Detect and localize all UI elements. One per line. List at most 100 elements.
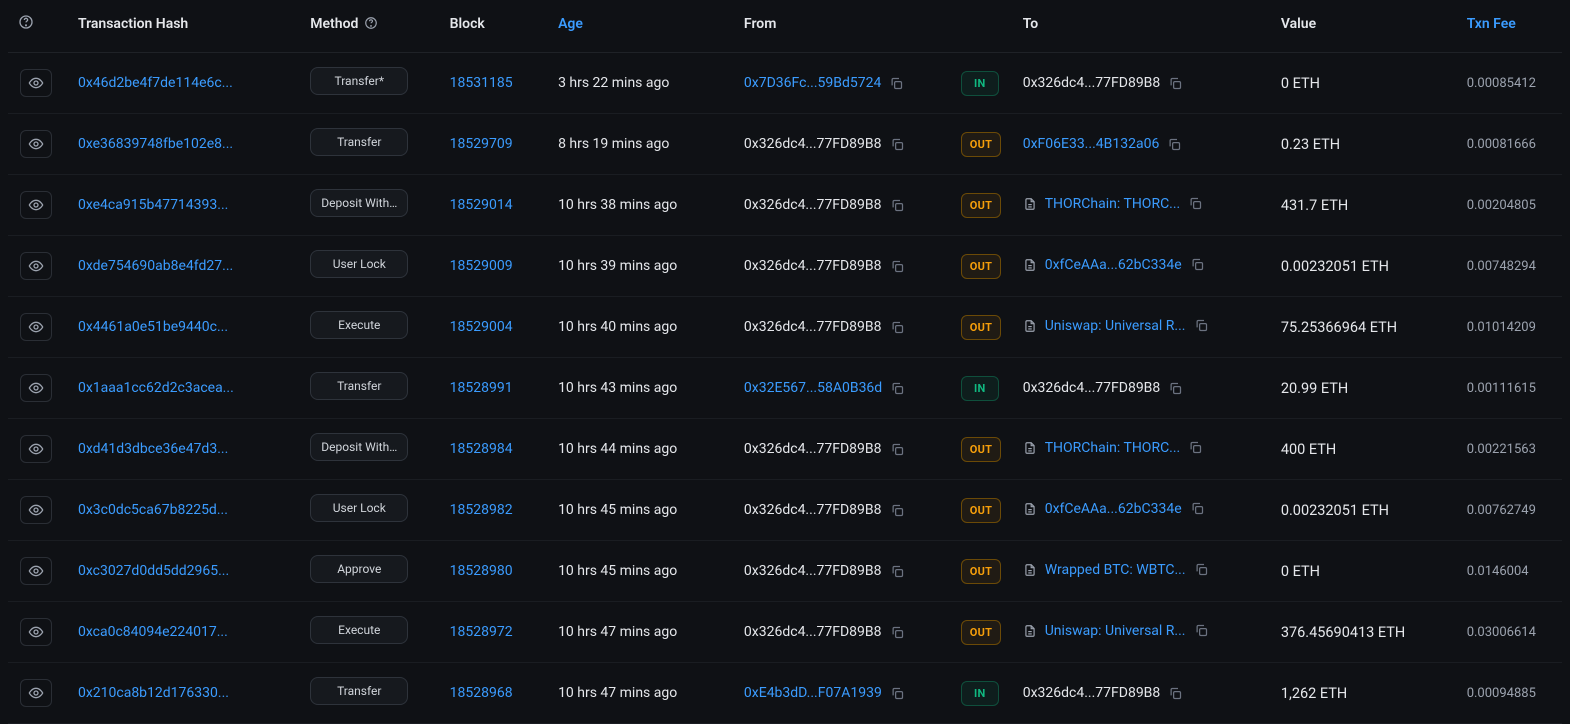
block-link[interactable]: 18531185 xyxy=(450,75,513,91)
txn-hash-link[interactable]: 0x46d2be4f7de114e6c... xyxy=(78,75,233,91)
copy-icon[interactable] xyxy=(890,198,905,213)
table-row: 0xca0c84094e224017...Execute1852897210 h… xyxy=(8,602,1562,663)
copy-icon[interactable] xyxy=(1194,318,1209,333)
from-address[interactable]: 0x32E567...58A0B36d xyxy=(744,380,882,396)
txn-fee: 0.00085412 xyxy=(1467,76,1536,91)
header-fee[interactable]: Txn Fee xyxy=(1459,0,1562,53)
table-row: 0x3c0dc5ca67b8225d...User Lock1852898210… xyxy=(8,480,1562,541)
direction-badge: OUT xyxy=(961,132,1002,157)
txn-age: 10 hrs 45 mins ago xyxy=(558,502,677,518)
view-details-button[interactable] xyxy=(20,252,52,280)
block-link[interactable]: 18529009 xyxy=(450,258,513,274)
block-link[interactable]: 18529004 xyxy=(450,319,513,335)
copy-icon[interactable] xyxy=(1168,76,1183,91)
txn-fee: 0.00221563 xyxy=(1467,442,1536,457)
view-details-button[interactable] xyxy=(20,191,52,219)
view-details-button[interactable] xyxy=(20,130,52,158)
to-address[interactable]: Uniswap: Universal R... xyxy=(1045,623,1186,639)
view-details-button[interactable] xyxy=(20,496,52,524)
method-badge: Transfer* xyxy=(310,67,408,95)
txn-age: 10 hrs 44 mins ago xyxy=(558,441,677,457)
txn-age: 10 hrs 43 mins ago xyxy=(558,380,677,396)
help-icon[interactable] xyxy=(18,14,34,30)
txn-value: 0.23 ETH xyxy=(1281,136,1340,153)
block-link[interactable]: 18529014 xyxy=(450,197,513,213)
block-link[interactable]: 18528984 xyxy=(450,441,513,457)
copy-icon[interactable] xyxy=(890,625,905,640)
from-address[interactable]: 0xE4b3dD...F07A1939 xyxy=(744,685,882,701)
view-details-button[interactable] xyxy=(20,618,52,646)
txn-value: 0 ETH xyxy=(1281,75,1320,92)
txn-hash-link[interactable]: 0xd41d3dbce36e47d3... xyxy=(78,441,228,457)
copy-icon[interactable] xyxy=(890,503,905,518)
header-block: Block xyxy=(442,0,550,53)
txn-hash-link[interactable]: 0x1aaa1cc62d2c3acea... xyxy=(78,380,234,396)
block-link[interactable]: 18529709 xyxy=(450,136,513,152)
direction-badge: OUT xyxy=(961,437,1002,462)
table-row: 0x1aaa1cc62d2c3acea...Transfer1852899110… xyxy=(8,358,1562,419)
copy-icon[interactable] xyxy=(890,381,905,396)
txn-value: 376.45690413 ETH xyxy=(1281,624,1405,641)
to-address[interactable]: Wrapped BTC: WBTC... xyxy=(1045,562,1186,578)
copy-icon[interactable] xyxy=(1167,137,1182,152)
copy-icon[interactable] xyxy=(1194,623,1209,638)
txn-hash-link[interactable]: 0x4461a0e51be9440c... xyxy=(78,319,228,335)
copy-icon[interactable] xyxy=(1188,196,1203,211)
copy-icon[interactable] xyxy=(890,320,905,335)
table-row: 0xde754690ab8e4fd27...User Lock185290091… xyxy=(8,236,1562,297)
copy-icon[interactable] xyxy=(1168,686,1183,701)
copy-icon[interactable] xyxy=(890,137,905,152)
block-link[interactable]: 18528982 xyxy=(450,502,513,518)
copy-icon[interactable] xyxy=(890,564,905,579)
header-method: Method xyxy=(302,0,441,53)
txn-hash-link[interactable]: 0xe4ca915b47714393... xyxy=(78,197,228,213)
block-link[interactable]: 18528972 xyxy=(450,624,513,640)
block-link[interactable]: 18528980 xyxy=(450,563,513,579)
txn-age: 3 hrs 22 mins ago xyxy=(558,75,669,91)
txn-age: 10 hrs 45 mins ago xyxy=(558,563,677,579)
view-details-button[interactable] xyxy=(20,679,52,707)
copy-icon[interactable] xyxy=(889,76,904,91)
txn-hash-link[interactable]: 0xc3027d0dd5dd2965... xyxy=(78,563,229,579)
to-address[interactable]: 0xfCeAAa...62bC334e xyxy=(1045,257,1182,273)
txn-fee: 0.00094885 xyxy=(1467,686,1536,701)
view-details-button[interactable] xyxy=(20,374,52,402)
view-details-button[interactable] xyxy=(20,557,52,585)
table-row: 0xc3027d0dd5dd2965...Approve1852898010 h… xyxy=(8,541,1562,602)
block-link[interactable]: 18528991 xyxy=(450,380,513,396)
copy-icon[interactable] xyxy=(1190,257,1205,272)
from-address[interactable]: 0x7D36Fc...59Bd5724 xyxy=(744,75,881,91)
txn-hash-link[interactable]: 0xe36839748fbe102e8... xyxy=(78,136,233,152)
header-age[interactable]: Age xyxy=(550,0,736,53)
to-address[interactable]: THORChain: THORC... xyxy=(1045,440,1181,456)
to-address[interactable]: THORChain: THORC... xyxy=(1045,196,1181,212)
block-link[interactable]: 18528968 xyxy=(450,685,513,701)
txn-hash-link[interactable]: 0xca0c84094e224017... xyxy=(78,624,228,640)
txn-fee: 0.03006614 xyxy=(1467,625,1536,640)
method-badge: Transfer xyxy=(310,128,408,156)
to-address[interactable]: Uniswap: Universal R... xyxy=(1045,318,1186,334)
txn-hash-link[interactable]: 0x210ca8b12d176330... xyxy=(78,685,229,701)
direction-badge: IN xyxy=(961,681,999,706)
copy-icon[interactable] xyxy=(890,259,905,274)
copy-icon[interactable] xyxy=(1190,501,1205,516)
txn-hash-link[interactable]: 0xde754690ab8e4fd27... xyxy=(78,258,233,274)
method-badge: Deposit With ... xyxy=(310,433,408,461)
to-address[interactable]: 0xF06E33...4B132a06 xyxy=(1023,136,1160,152)
copy-icon[interactable] xyxy=(890,686,905,701)
copy-icon[interactable] xyxy=(890,442,905,457)
direction-badge: OUT xyxy=(961,254,1002,279)
direction-badge: OUT xyxy=(961,620,1002,645)
help-icon[interactable] xyxy=(364,16,378,30)
to-address[interactable]: 0xfCeAAa...62bC334e xyxy=(1045,501,1182,517)
txn-age: 8 hrs 19 mins ago xyxy=(558,136,669,152)
view-details-button[interactable] xyxy=(20,435,52,463)
copy-icon[interactable] xyxy=(1168,381,1183,396)
view-details-button[interactable] xyxy=(20,69,52,97)
contract-icon xyxy=(1023,197,1037,211)
txn-hash-link[interactable]: 0x3c0dc5ca67b8225d... xyxy=(78,502,228,518)
copy-icon[interactable] xyxy=(1188,440,1203,455)
copy-icon[interactable] xyxy=(1194,562,1209,577)
view-details-button[interactable] xyxy=(20,313,52,341)
contract-icon xyxy=(1023,319,1037,333)
